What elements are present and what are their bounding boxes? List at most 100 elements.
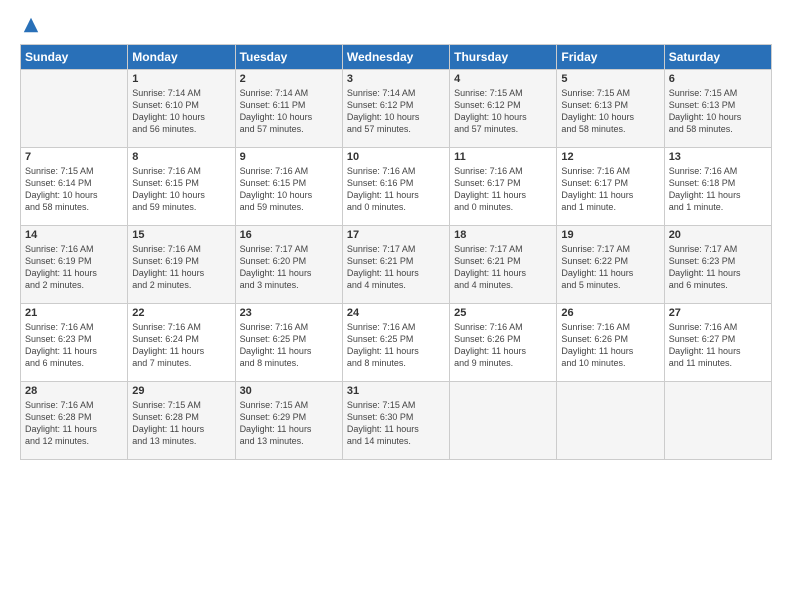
logo-icon bbox=[22, 16, 40, 34]
day-number: 5 bbox=[561, 73, 659, 85]
day-info: Sunrise: 7:15 AM Sunset: 6:30 PM Dayligh… bbox=[347, 399, 445, 448]
day-number: 27 bbox=[669, 307, 767, 319]
calendar-cell: 5 Sunrise: 7:15 AM Sunset: 6:13 PM Daylig… bbox=[557, 70, 664, 148]
calendar-week-5: 28 Sunrise: 7:16 AM Sunset: 6:28 PM Dayli… bbox=[21, 382, 772, 460]
day-number: 6 bbox=[669, 73, 767, 85]
day-info: Sunrise: 7:16 AM Sunset: 6:17 PM Dayligh… bbox=[454, 165, 552, 214]
day-number: 24 bbox=[347, 307, 445, 319]
day-info: Sunrise: 7:14 AM Sunset: 6:10 PM Dayligh… bbox=[132, 87, 230, 136]
header bbox=[20, 18, 772, 34]
day-info: Sunrise: 7:15 AM Sunset: 6:13 PM Dayligh… bbox=[669, 87, 767, 136]
day-info: Sunrise: 7:16 AM Sunset: 6:17 PM Dayligh… bbox=[561, 165, 659, 214]
day-info: Sunrise: 7:16 AM Sunset: 6:27 PM Dayligh… bbox=[669, 321, 767, 370]
calendar-cell: 10 Sunrise: 7:16 AM Sunset: 6:16 PM Dayli… bbox=[342, 148, 449, 226]
calendar-body: 1 Sunrise: 7:14 AM Sunset: 6:10 PM Daylig… bbox=[21, 70, 772, 460]
calendar-week-2: 7Sunrise: 7:15 AM Sunset: 6:14 PM Daylig… bbox=[21, 148, 772, 226]
calendar-cell: 14Sunrise: 7:16 AM Sunset: 6:19 PM Dayli… bbox=[21, 226, 128, 304]
calendar-week-3: 14 Sunrise: 7:16 AM Sunset: 6:19 PM Dayli… bbox=[21, 226, 772, 304]
calendar-cell: 3 Sunrise: 7:14 AM Sunset: 6:12 PM Daylig… bbox=[342, 70, 449, 148]
day-number: 31 bbox=[347, 385, 445, 397]
day-info: Sunrise: 7:16 AM Sunset: 6:15 PM Dayligh… bbox=[240, 165, 338, 214]
calendar-cell: 23 Sunrise: 7:16 AM Sunset: 6:25 PM Dayli… bbox=[235, 304, 342, 382]
calendar-cell: 20Sunrise: 7:17 AM Sunset: 6:23 PM Dayli… bbox=[664, 226, 771, 304]
calendar-cell: 1 Sunrise: 7:14 AM Sunset: 6:10 PM Daylig… bbox=[128, 70, 235, 148]
day-info: Sunrise: 7:16 AM Sunset: 6:28 PM Dayligh… bbox=[25, 399, 123, 448]
calendar-cell: 22 Sunrise: 7:16 AM Sunset: 6:24 PM Dayli… bbox=[128, 304, 235, 382]
calendar-cell: 12 Sunrise: 7:16 AM Sunset: 6:17 PM Dayli… bbox=[557, 148, 664, 226]
calendar-week-1: 1 Sunrise: 7:14 AM Sunset: 6:10 PM Daylig… bbox=[21, 70, 772, 148]
day-number: 1 bbox=[132, 73, 230, 85]
header-day-tuesday: Tuesday bbox=[235, 45, 342, 70]
day-info: Sunrise: 7:16 AM Sunset: 6:25 PM Dayligh… bbox=[240, 321, 338, 370]
day-number: 7 bbox=[25, 151, 123, 163]
calendar-cell: 24 Sunrise: 7:16 AM Sunset: 6:25 PM Dayli… bbox=[342, 304, 449, 382]
calendar-cell: 7Sunrise: 7:15 AM Sunset: 6:14 PM Daylig… bbox=[21, 148, 128, 226]
day-number: 18 bbox=[454, 229, 552, 241]
day-number: 8 bbox=[132, 151, 230, 163]
calendar-header-row: SundayMondayTuesdayWednesdayThursdayFrid… bbox=[21, 45, 772, 70]
day-info: Sunrise: 7:16 AM Sunset: 6:24 PM Dayligh… bbox=[132, 321, 230, 370]
day-number: 28 bbox=[25, 385, 123, 397]
day-info: Sunrise: 7:17 AM Sunset: 6:22 PM Dayligh… bbox=[561, 243, 659, 292]
header-day-wednesday: Wednesday bbox=[342, 45, 449, 70]
calendar-week-4: 21 Sunrise: 7:16 AM Sunset: 6:23 PM Dayli… bbox=[21, 304, 772, 382]
calendar-cell: 29 Sunrise: 7:15 AM Sunset: 6:28 PM Dayli… bbox=[128, 382, 235, 460]
calendar-cell: 11 Sunrise: 7:16 AM Sunset: 6:17 PM Dayli… bbox=[450, 148, 557, 226]
calendar-cell: 8 Sunrise: 7:16 AM Sunset: 6:15 PM Daylig… bbox=[128, 148, 235, 226]
day-info: Sunrise: 7:15 AM Sunset: 6:29 PM Dayligh… bbox=[240, 399, 338, 448]
day-number: 16 bbox=[240, 229, 338, 241]
calendar-cell: 28 Sunrise: 7:16 AM Sunset: 6:28 PM Dayli… bbox=[21, 382, 128, 460]
calendar-cell: 18 Sunrise: 7:17 AM Sunset: 6:21 PM Dayli… bbox=[450, 226, 557, 304]
calendar-cell: 30Sunrise: 7:15 AM Sunset: 6:29 PM Dayli… bbox=[235, 382, 342, 460]
header-day-sunday: Sunday bbox=[21, 45, 128, 70]
calendar-cell: 9 Sunrise: 7:16 AM Sunset: 6:15 PM Daylig… bbox=[235, 148, 342, 226]
day-info: Sunrise: 7:15 AM Sunset: 6:28 PM Dayligh… bbox=[132, 399, 230, 448]
calendar-cell: 4Sunrise: 7:15 AM Sunset: 6:12 PM Daylig… bbox=[450, 70, 557, 148]
day-info: Sunrise: 7:17 AM Sunset: 6:23 PM Dayligh… bbox=[669, 243, 767, 292]
day-info: Sunrise: 7:16 AM Sunset: 6:26 PM Dayligh… bbox=[454, 321, 552, 370]
day-number: 23 bbox=[240, 307, 338, 319]
day-number: 10 bbox=[347, 151, 445, 163]
day-info: Sunrise: 7:16 AM Sunset: 6:18 PM Dayligh… bbox=[669, 165, 767, 214]
day-info: Sunrise: 7:15 AM Sunset: 6:12 PM Dayligh… bbox=[454, 87, 552, 136]
calendar-cell: 19 Sunrise: 7:17 AM Sunset: 6:22 PM Dayli… bbox=[557, 226, 664, 304]
header-day-monday: Monday bbox=[128, 45, 235, 70]
calendar-cell bbox=[557, 382, 664, 460]
page: SundayMondayTuesdayWednesdayThursdayFrid… bbox=[0, 0, 792, 470]
day-info: Sunrise: 7:16 AM Sunset: 6:26 PM Dayligh… bbox=[561, 321, 659, 370]
day-number: 9 bbox=[240, 151, 338, 163]
calendar-table: SundayMondayTuesdayWednesdayThursdayFrid… bbox=[20, 44, 772, 460]
day-info: Sunrise: 7:17 AM Sunset: 6:21 PM Dayligh… bbox=[347, 243, 445, 292]
day-number: 22 bbox=[132, 307, 230, 319]
calendar-cell bbox=[21, 70, 128, 148]
day-number: 2 bbox=[240, 73, 338, 85]
day-info: Sunrise: 7:15 AM Sunset: 6:13 PM Dayligh… bbox=[561, 87, 659, 136]
day-number: 14 bbox=[25, 229, 123, 241]
calendar-cell: 6 Sunrise: 7:15 AM Sunset: 6:13 PM Daylig… bbox=[664, 70, 771, 148]
calendar-cell: 21 Sunrise: 7:16 AM Sunset: 6:23 PM Dayli… bbox=[21, 304, 128, 382]
day-info: Sunrise: 7:17 AM Sunset: 6:21 PM Dayligh… bbox=[454, 243, 552, 292]
calendar-cell: 17 Sunrise: 7:17 AM Sunset: 6:21 PM Dayli… bbox=[342, 226, 449, 304]
calendar-cell bbox=[664, 382, 771, 460]
day-number: 26 bbox=[561, 307, 659, 319]
calendar-cell bbox=[450, 382, 557, 460]
header-day-saturday: Saturday bbox=[664, 45, 771, 70]
day-info: Sunrise: 7:16 AM Sunset: 6:16 PM Dayligh… bbox=[347, 165, 445, 214]
day-number: 3 bbox=[347, 73, 445, 85]
day-number: 11 bbox=[454, 151, 552, 163]
day-info: Sunrise: 7:16 AM Sunset: 6:19 PM Dayligh… bbox=[132, 243, 230, 292]
day-number: 12 bbox=[561, 151, 659, 163]
day-number: 19 bbox=[561, 229, 659, 241]
day-info: Sunrise: 7:16 AM Sunset: 6:15 PM Dayligh… bbox=[132, 165, 230, 214]
day-number: 21 bbox=[25, 307, 123, 319]
day-number: 17 bbox=[347, 229, 445, 241]
calendar-cell: 31 Sunrise: 7:15 AM Sunset: 6:30 PM Dayli… bbox=[342, 382, 449, 460]
day-number: 29 bbox=[132, 385, 230, 397]
calendar-cell: 16 Sunrise: 7:17 AM Sunset: 6:20 PM Dayli… bbox=[235, 226, 342, 304]
day-info: Sunrise: 7:17 AM Sunset: 6:20 PM Dayligh… bbox=[240, 243, 338, 292]
day-info: Sunrise: 7:16 AM Sunset: 6:23 PM Dayligh… bbox=[25, 321, 123, 370]
day-info: Sunrise: 7:14 AM Sunset: 6:12 PM Dayligh… bbox=[347, 87, 445, 136]
day-info: Sunrise: 7:14 AM Sunset: 6:11 PM Dayligh… bbox=[240, 87, 338, 136]
day-info: Sunrise: 7:16 AM Sunset: 6:25 PM Dayligh… bbox=[347, 321, 445, 370]
calendar-cell: 26 Sunrise: 7:16 AM Sunset: 6:26 PM Dayli… bbox=[557, 304, 664, 382]
